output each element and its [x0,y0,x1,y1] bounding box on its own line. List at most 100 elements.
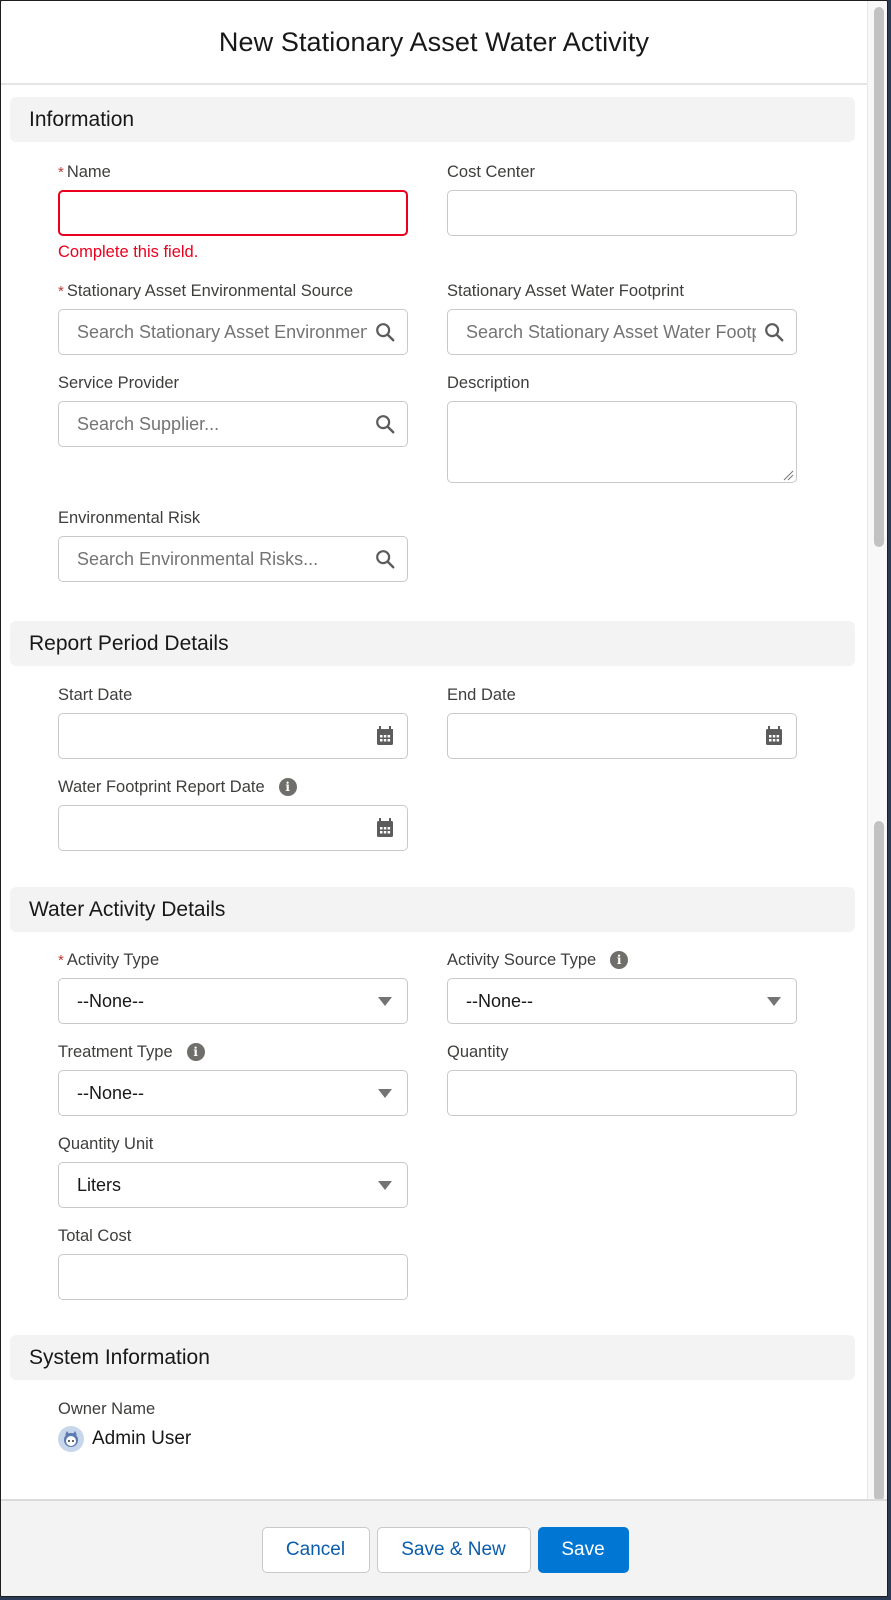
service-provider-label: Service Provider [58,372,408,394]
name-input[interactable] [58,190,408,236]
label-text: Activity Type [66,950,160,969]
report-date-field: Water Footprint Report Date i [58,776,408,851]
environmental-risk-lookup-input[interactable]: Search Environmental Risks... [58,536,408,582]
required-indicator: * [58,163,64,181]
info-icon[interactable]: i [186,1043,205,1061]
treatment-type-select[interactable]: --None-- [58,1070,408,1116]
label-text: End Date [447,685,516,704]
placeholder: Search Environmental Risks... [77,548,319,569]
end-date-input[interactable] [447,713,797,759]
section-title: Report Period Details [29,631,229,655]
service-provider-lookup-input[interactable]: Search Supplier... [58,401,408,447]
cost-center-input[interactable] [447,190,797,236]
new-record-modal: New Stationary Asset Water Activity Info… [0,0,888,1597]
search-icon [762,320,786,344]
quantity-input[interactable] [447,1070,797,1116]
label-text: Stationary Asset Environmental Source [66,281,353,300]
quantity-unit-label: Quantity Unit [58,1133,408,1155]
description-field: Description [447,372,797,483]
start-date-input[interactable] [58,713,408,759]
calendar-icon[interactable] [373,724,397,748]
quantity-label: Quantity [447,1041,797,1063]
name-field: * Name Complete this field. [58,161,408,262]
cost-center-label: Cost Center [447,161,797,183]
required-indicator: * [58,282,64,300]
resize-handle-icon[interactable] [782,468,794,481]
cancel-button[interactable]: Cancel [261,1526,370,1573]
name-label: * Name [58,161,408,183]
calendar-icon[interactable] [762,724,786,748]
section-header-system-information[interactable]: System Information [10,1335,855,1380]
scrollbar[interactable] [867,1,887,1501]
modal-body: Information * Name Complete this field. … [1,87,867,1499]
report-date-input[interactable] [58,805,408,851]
section-title: Information [29,107,135,131]
quantity-unit-field: Quantity Unit Liters [58,1133,408,1208]
label-text: Treatment Type [58,1042,173,1061]
placeholder: Search Supplier... [77,413,220,434]
activity-source-type-label: Activity Source Type i [447,949,797,971]
label-text: Start Date [58,685,133,704]
environmental-risk-label: Environmental Risk [58,507,408,529]
activity-type-field: * Activity Type --None-- [58,949,408,1024]
scrollbar-thumb-upper[interactable] [874,7,884,547]
label-text: Activity Source Type [447,950,597,969]
section-header-report-period[interactable]: Report Period Details [10,621,855,666]
label-text: Owner Name [58,1399,156,1418]
selected-value: --None-- [77,990,145,1011]
modal-header: New Stationary Asset Water Activity [1,1,867,85]
search-icon [373,320,397,344]
cost-center-field: Cost Center [447,161,797,236]
owner-value: Admin User [58,1426,408,1452]
placeholder: Search Stationary Asset Environmental So… [77,321,367,342]
activity-type-select[interactable]: --None-- [58,978,408,1024]
user-avatar-icon [58,1426,84,1452]
start-date-field: Start Date [58,684,408,759]
label-text: Environmental Risk [58,508,201,527]
water-footprint-field: Stationary Asset Water Footprint Search … [447,280,797,355]
label-text: Water Footprint Report Date [58,777,265,796]
selected-value: --None-- [466,990,534,1011]
environmental-source-field: * Stationary Asset Environmental Source … [58,280,408,355]
name-error-message: Complete this field. [58,243,199,261]
description-label: Description [447,372,797,394]
environmental-source-lookup-input[interactable]: Search Stationary Asset Environmental So… [58,309,408,355]
water-footprint-lookup-input[interactable]: Search Stationary Asset Water Footprints… [447,309,797,355]
info-icon[interactable]: i [610,951,629,969]
info-icon[interactable]: i [278,778,297,796]
treatment-type-field: Treatment Type i --None-- [58,1041,408,1116]
scrollbar-thumb-lower[interactable] [874,821,884,1501]
label-text: Cost Center [447,162,536,181]
end-date-field: End Date [447,684,797,759]
search-icon [373,412,397,436]
selected-value: --None-- [77,1082,145,1103]
quantity-unit-select[interactable]: Liters [58,1162,408,1208]
total-cost-field: Total Cost [58,1225,408,1300]
modal-title: New Stationary Asset Water Activity [218,26,650,57]
total-cost-input[interactable] [58,1254,408,1300]
owner-name[interactable]: Admin User [92,1428,191,1450]
label-text: Quantity Unit [58,1134,154,1153]
required-indicator: * [58,951,64,969]
section-title: System Information [29,1345,210,1369]
end-date-label: End Date [447,684,797,706]
save-button[interactable]: Save [537,1526,629,1573]
section-header-water-activity[interactable]: Water Activity Details [10,887,855,932]
save-and-new-button[interactable]: Save & New [376,1526,531,1573]
chevron-down-icon [373,1173,397,1197]
label-text: Quantity [447,1042,509,1061]
label-text: Total Cost [58,1226,132,1245]
description-textarea[interactable] [447,401,797,483]
water-footprint-label: Stationary Asset Water Footprint [447,280,797,302]
label-text: Service Provider [58,373,180,392]
chevron-down-icon [373,989,397,1013]
activity-source-type-select[interactable]: --None-- [447,978,797,1024]
activity-type-label: * Activity Type [58,949,408,971]
environmental-source-label: * Stationary Asset Environmental Source [58,280,408,302]
search-icon [373,547,397,571]
section-header-information[interactable]: Information [10,97,855,142]
start-date-label: Start Date [58,684,408,706]
total-cost-label: Total Cost [58,1225,408,1247]
calendar-icon[interactable] [373,816,397,840]
owner-field: Owner Name Admin User [58,1398,408,1452]
